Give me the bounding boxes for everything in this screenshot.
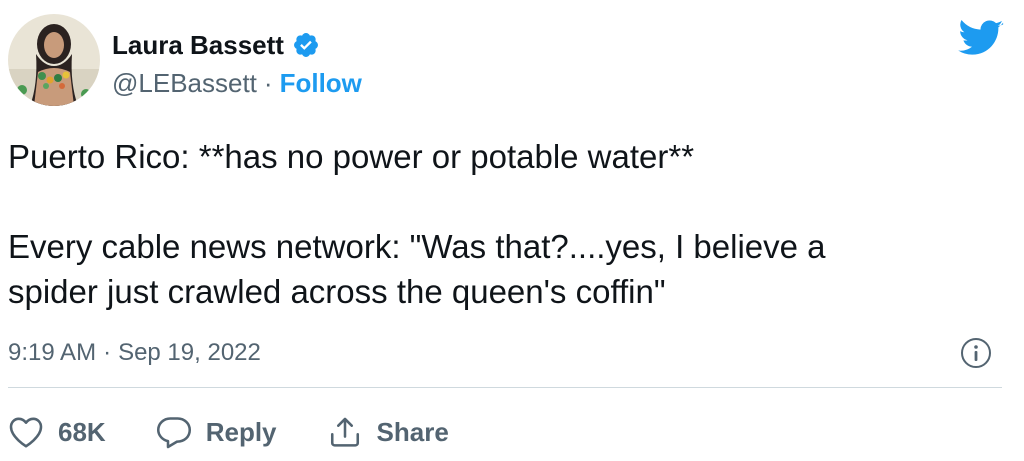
like-count: 68K bbox=[58, 416, 106, 447]
divider bbox=[8, 387, 1002, 388]
reply-label: Reply bbox=[205, 416, 277, 447]
tweet-line: Puerto Rico: **has no power or potable w… bbox=[8, 138, 695, 175]
share-button[interactable]: Share bbox=[327, 415, 449, 449]
author-handle-row: @LEBassett · Follow bbox=[112, 66, 362, 100]
heart-icon bbox=[9, 417, 43, 448]
avatar[interactable] bbox=[8, 14, 100, 106]
reply-bubble-icon bbox=[156, 417, 191, 449]
tweet-actions-bar: 68K Reply Share bbox=[8, 412, 499, 452]
follow-button[interactable]: Follow bbox=[280, 68, 362, 99]
tweet-body: Puerto Rico: **has no power or potable w… bbox=[8, 134, 1008, 314]
tweet-time[interactable]: 9:19 AM bbox=[8, 339, 96, 367]
separator-dot: · bbox=[263, 67, 273, 98]
twitter-bird-icon[interactable] bbox=[958, 20, 1004, 58]
embedded-tweet: Laura Bassett @LEBassett · Follow Puerto… bbox=[0, 0, 1024, 461]
author-name-row: Laura Bassett bbox=[112, 28, 320, 62]
tweet-line: Every cable news network: "Was that?....… bbox=[8, 228, 826, 265]
separator-dot: · bbox=[103, 339, 112, 366]
like-button[interactable]: 68K bbox=[8, 415, 106, 449]
profile-photo bbox=[8, 14, 100, 106]
tweet-date[interactable]: Sep 19, 2022 bbox=[118, 339, 261, 367]
tweet-line: spider just crawled across the queen's c… bbox=[8, 273, 666, 310]
user-handle[interactable]: @LEBassett bbox=[112, 68, 257, 99]
tweet-timestamp: 9:19 AM · Sep 19, 2022 bbox=[8, 336, 261, 370]
share-icon bbox=[330, 417, 359, 447]
verified-badge-icon bbox=[292, 31, 320, 59]
share-label: Share bbox=[376, 416, 449, 447]
info-icon[interactable] bbox=[960, 337, 992, 369]
display-name[interactable]: Laura Bassett bbox=[112, 30, 284, 61]
reply-button[interactable]: Reply bbox=[156, 415, 277, 449]
